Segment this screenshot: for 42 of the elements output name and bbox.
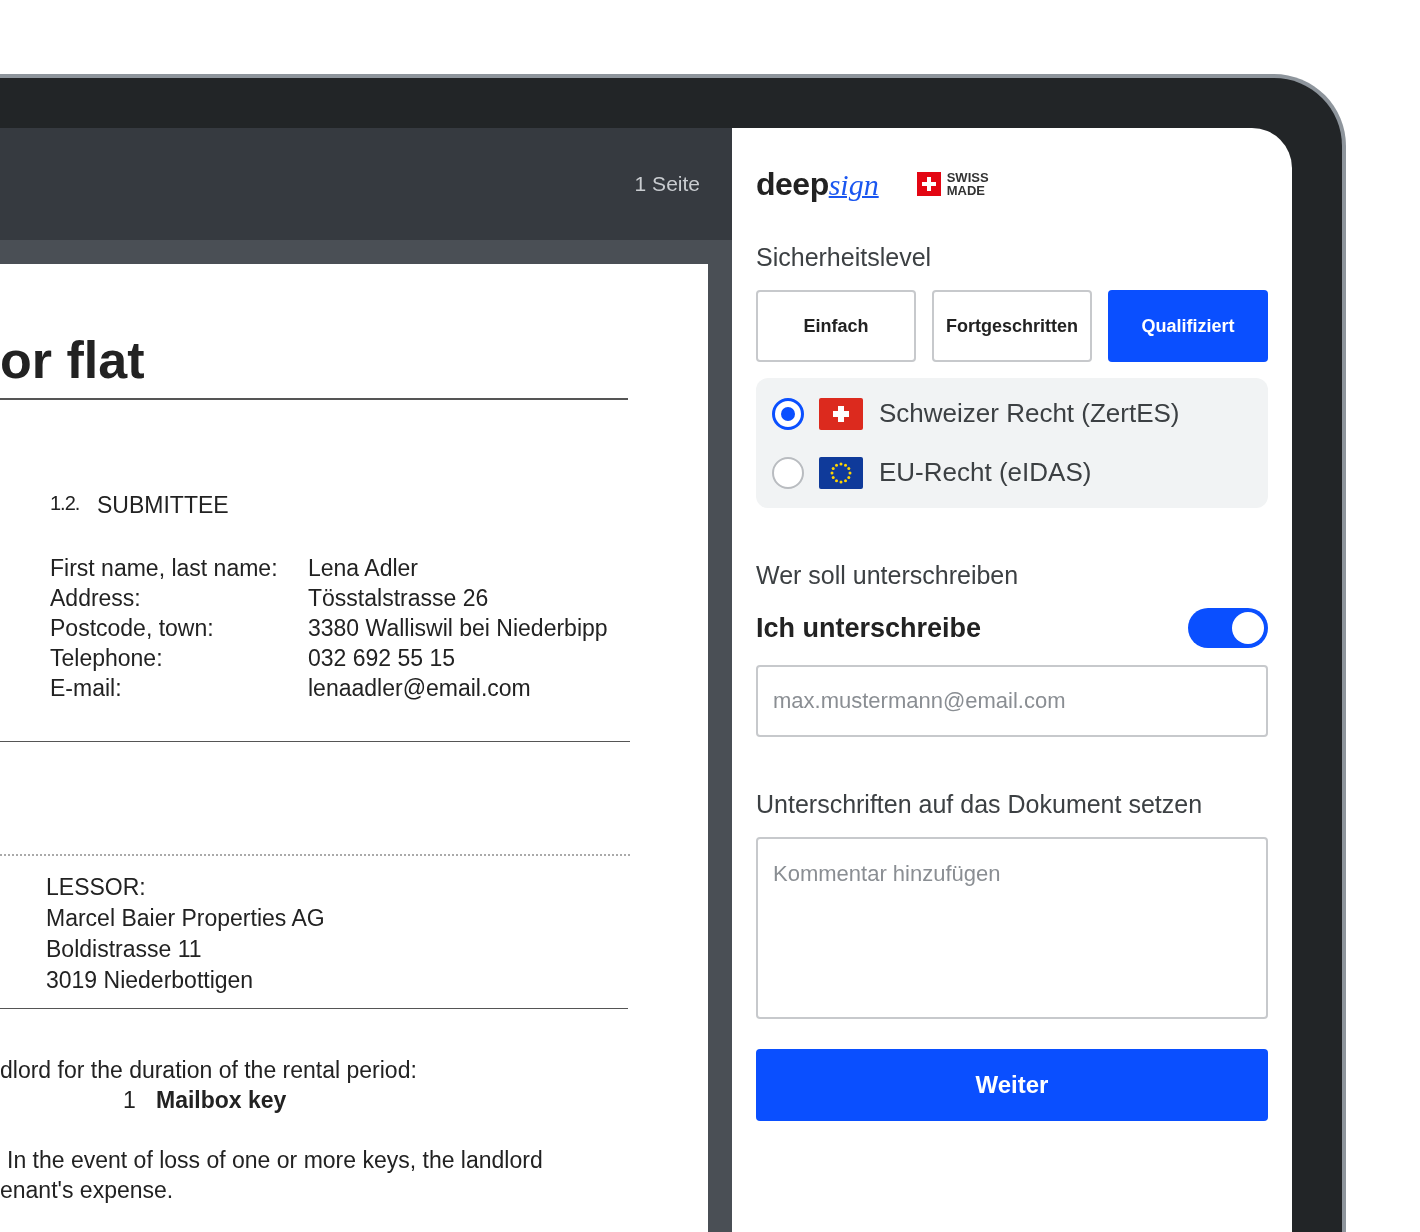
- toggle-switch[interactable]: [1188, 608, 1268, 649]
- item-quantity: 1: [123, 1085, 137, 1115]
- field-value: 032 692 55 15: [308, 643, 456, 673]
- jurisdiction-label: EU-Recht (eIDAS): [879, 456, 1092, 489]
- security-level-button[interactable]: Qualifiziert: [1108, 290, 1268, 362]
- radio-button[interactable]: [772, 397, 804, 430]
- toggle-label: Ich unterschreibe: [756, 612, 982, 645]
- section-label: Unterschriften auf das Dokument setzen: [756, 788, 1204, 819]
- security-level-button[interactable]: Fortgeschritten: [932, 290, 1092, 362]
- security-level-button[interactable]: Einfach: [756, 290, 916, 362]
- section-label: Sicherheitslevel: [756, 242, 933, 272]
- lessor-line: 3019 Niederbottigen: [46, 965, 255, 995]
- field-label: Telephone:: [50, 643, 164, 673]
- field-label: Address:: [50, 583, 142, 613]
- field-label: First name, last name:: [50, 553, 279, 583]
- paragraph-text: In the event of loss of one or more keys, the landlord enant's expense.: [0, 1145, 543, 1205]
- item-name: Mailbox key: [156, 1085, 287, 1115]
- swiss-made-label: SWISS MADE: [946, 171, 989, 197]
- section-title: SUBMITTEE: [97, 491, 229, 520]
- swiss-flag-icon: [819, 397, 863, 430]
- field-value: Tösstalstrasse 26: [308, 583, 489, 613]
- radio-button[interactable]: [772, 456, 804, 489]
- clause-text: dlord for the duration of the rental period:: [0, 1055, 417, 1085]
- field-label: Postcode, town:: [50, 613, 215, 643]
- deepsign-logo: deepsign: [756, 165, 879, 204]
- field-value: 3380 Walliswil bei Niederbipp: [308, 613, 608, 643]
- continue-button[interactable]: Weiter: [756, 1048, 1268, 1121]
- field-value: lenaadler@email.com: [308, 673, 531, 703]
- lessor-line: Marcel Baier Properties AG: [46, 903, 326, 933]
- jurisdiction-label: Schweizer Recht (ZertES): [879, 397, 1180, 430]
- field-value: Lena Adler: [308, 553, 418, 583]
- email-field[interactable]: max.mustermann@email.com: [756, 664, 1268, 737]
- document-title: or flat: [0, 334, 146, 386]
- eu-flag-icon: [819, 456, 863, 489]
- section-number: 1.2.: [50, 491, 81, 516]
- swiss-flag-icon: [916, 172, 941, 196]
- lessor-line: LESSOR:: [46, 872, 147, 902]
- comment-field[interactable]: Kommentar hinzufügen: [756, 836, 1268, 1019]
- field-label: E-mail:: [50, 673, 123, 703]
- lessor-line: Boldistrasse 11: [46, 934, 203, 964]
- section-label: Wer soll unterschreiben: [756, 560, 1020, 590]
- page-count: 1 Seite: [634, 171, 700, 198]
